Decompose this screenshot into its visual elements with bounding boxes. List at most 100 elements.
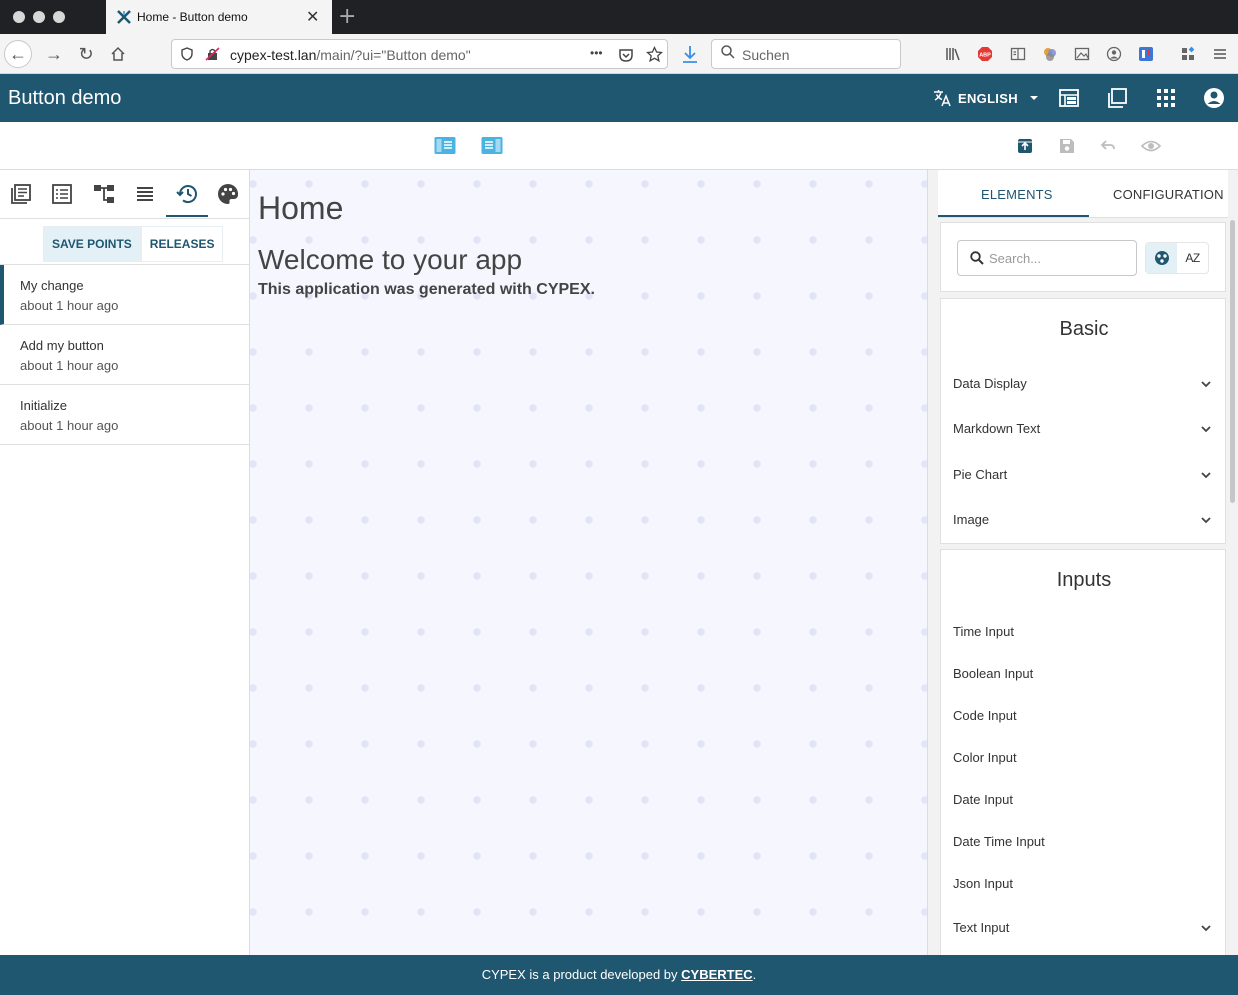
element-date-time-input[interactable]: Date Time Input [953, 834, 1045, 849]
right-panel: ELEMENTS CONFIGURATION Search... AZ Basi… [928, 170, 1238, 955]
user-account-icon[interactable] [1202, 86, 1226, 110]
bookmark-star-icon[interactable] [646, 46, 663, 63]
app-header: Button demo ENGLISH [0, 74, 1238, 122]
minimize-window-dot[interactable] [33, 11, 45, 23]
element-search-placeholder: Search... [989, 251, 1042, 266]
sort-alpha-icon: AZ [1185, 251, 1200, 265]
chevron-down-icon[interactable] [1199, 513, 1213, 527]
adblock-icon[interactable]: ABP [977, 46, 993, 62]
history-item[interactable]: My change about 1 hour ago [0, 265, 249, 325]
element-color-input[interactable]: Color Input [953, 750, 1017, 765]
extensions-icon[interactable] [1180, 46, 1196, 62]
history-item-title: Initialize [20, 398, 67, 413]
cybertec-link[interactable]: CYBERTEC [681, 967, 753, 982]
page-canvas[interactable]: Home Welcome to your app This applicatio… [250, 170, 928, 955]
category-sort-button[interactable] [1146, 243, 1177, 273]
history-item[interactable]: Add my button about 1 hour ago [0, 325, 249, 385]
reload-icon[interactable]: ↻ [72, 40, 100, 68]
language-selector[interactable]: ENGLISH [932, 88, 1044, 108]
menu-hamburger-icon[interactable] [1212, 46, 1228, 62]
inputs-group: Inputs Time Input Boolean Input Code Inp… [940, 549, 1226, 955]
welcome-heading[interactable]: Welcome to your app [258, 244, 522, 276]
history-item[interactable]: Initialize about 1 hour ago [0, 385, 249, 445]
new-tab-icon[interactable]: + [338, 4, 356, 29]
svg-text:ABP: ABP [979, 53, 991, 59]
undo-icon[interactable] [1099, 137, 1117, 155]
chevron-down-icon[interactable] [1199, 422, 1213, 436]
tab-library-icon[interactable] [9, 182, 33, 206]
pocket-icon[interactable] [618, 47, 634, 63]
save-points-button[interactable]: SAVE POINTS [43, 226, 141, 262]
page-actions-icon[interactable]: ••• [590, 46, 603, 60]
home-icon[interactable] [104, 40, 132, 68]
chevron-down-icon[interactable] [1199, 468, 1213, 482]
language-label: ENGLISH [958, 90, 1018, 106]
search-icon [721, 45, 735, 62]
alphabetical-sort-button[interactable]: AZ [1177, 243, 1208, 273]
browser-tab-bar: Home - Button demo ✕ + [0, 0, 1238, 34]
toggle-left-panel-icon[interactable] [434, 136, 456, 156]
search-icon [970, 251, 984, 265]
library-icon[interactable] [945, 46, 961, 62]
url-text: cypex-test.lan/main/?ui="Button demo" [230, 47, 471, 63]
forward-icon[interactable]: → [40, 40, 68, 68]
left-panel: SAVE POINTS RELEASES My change about 1 h… [0, 170, 250, 955]
history-item-time: about 1 hour ago [20, 298, 119, 313]
page-title[interactable]: Home [258, 190, 343, 227]
element-markdown-text[interactable]: Markdown Text [953, 421, 1040, 436]
element-pie-chart[interactable]: Pie Chart [953, 467, 1007, 482]
tab-configuration[interactable]: CONFIGURATION [1113, 187, 1224, 202]
back-icon[interactable]: ← [4, 40, 32, 68]
close-window-dot[interactable] [13, 11, 25, 23]
tab-lines-icon[interactable] [133, 182, 157, 206]
basic-group: Basic Data Display Markdown Text Pie Cha… [940, 298, 1226, 544]
tab-history-icon[interactable] [175, 182, 199, 206]
editor-mode-icon[interactable] [1106, 86, 1130, 110]
shield-icon[interactable] [180, 47, 194, 61]
reader-view-icon[interactable] [1010, 46, 1026, 62]
element-data-display[interactable]: Data Display [953, 376, 1027, 391]
footer: CYPEX is a product developed by CYBERTEC… [0, 955, 1238, 995]
element-search-input[interactable]: Search... [957, 240, 1137, 276]
maximize-window-dot[interactable] [53, 11, 65, 23]
element-boolean-input[interactable]: Boolean Input [953, 666, 1033, 681]
close-tab-icon[interactable]: ✕ [306, 7, 319, 27]
tab-title: Home - Button demo [137, 10, 248, 24]
app-title: Button demo [8, 87, 122, 109]
tab-elements[interactable]: ELEMENTS [981, 187, 1053, 202]
tab-list-icon[interactable] [50, 182, 74, 206]
group-title: Basic [1059, 318, 1109, 340]
preview-eye-icon[interactable] [1141, 137, 1161, 155]
footer-text: CYPEX is a product developed by [481, 967, 682, 982]
caret-down-icon [1029, 96, 1038, 100]
element-image[interactable]: Image [953, 512, 989, 527]
color-circles-icon[interactable] [1042, 46, 1058, 62]
account-icon[interactable] [1106, 46, 1122, 62]
element-json-input[interactable]: Json Input [953, 876, 1013, 891]
archive-icon[interactable] [1016, 137, 1034, 155]
browser-search-box[interactable]: Suchen [711, 39, 901, 69]
chevron-down-icon[interactable] [1199, 377, 1213, 391]
browser-search-placeholder: Suchen [742, 47, 790, 63]
tab-palette-icon[interactable] [216, 182, 240, 206]
element-date-input[interactable]: Date Input [953, 792, 1013, 807]
element-text-input[interactable]: Text Input [953, 920, 1009, 935]
dashboard-icon[interactable] [1057, 86, 1081, 110]
history-segment-control: SAVE POINTS RELEASES [43, 226, 224, 262]
save-icon[interactable] [1058, 137, 1076, 155]
url-bar[interactable]: cypex-test.lan/main/?ui="Button demo" ••… [171, 39, 668, 69]
download-icon[interactable] [681, 44, 699, 64]
generated-text[interactable]: This application was generated with CYPE… [258, 281, 595, 299]
right-panel-scrollbar[interactable] [1230, 220, 1235, 503]
toggle-right-panel-icon[interactable] [481, 136, 503, 156]
chevron-down-icon[interactable] [1199, 921, 1213, 935]
element-code-input[interactable]: Code Input [953, 708, 1017, 723]
tab-tree-icon[interactable] [92, 182, 116, 206]
browser-tab[interactable]: Home - Button demo ✕ [106, 0, 332, 34]
insecure-lock-icon[interactable] [205, 47, 221, 61]
trello-extension-icon[interactable] [1138, 46, 1154, 62]
element-time-input[interactable]: Time Input [953, 624, 1014, 639]
image-icon[interactable] [1074, 46, 1090, 62]
releases-button[interactable]: RELEASES [140, 226, 224, 262]
apps-grid-icon[interactable] [1154, 86, 1178, 110]
